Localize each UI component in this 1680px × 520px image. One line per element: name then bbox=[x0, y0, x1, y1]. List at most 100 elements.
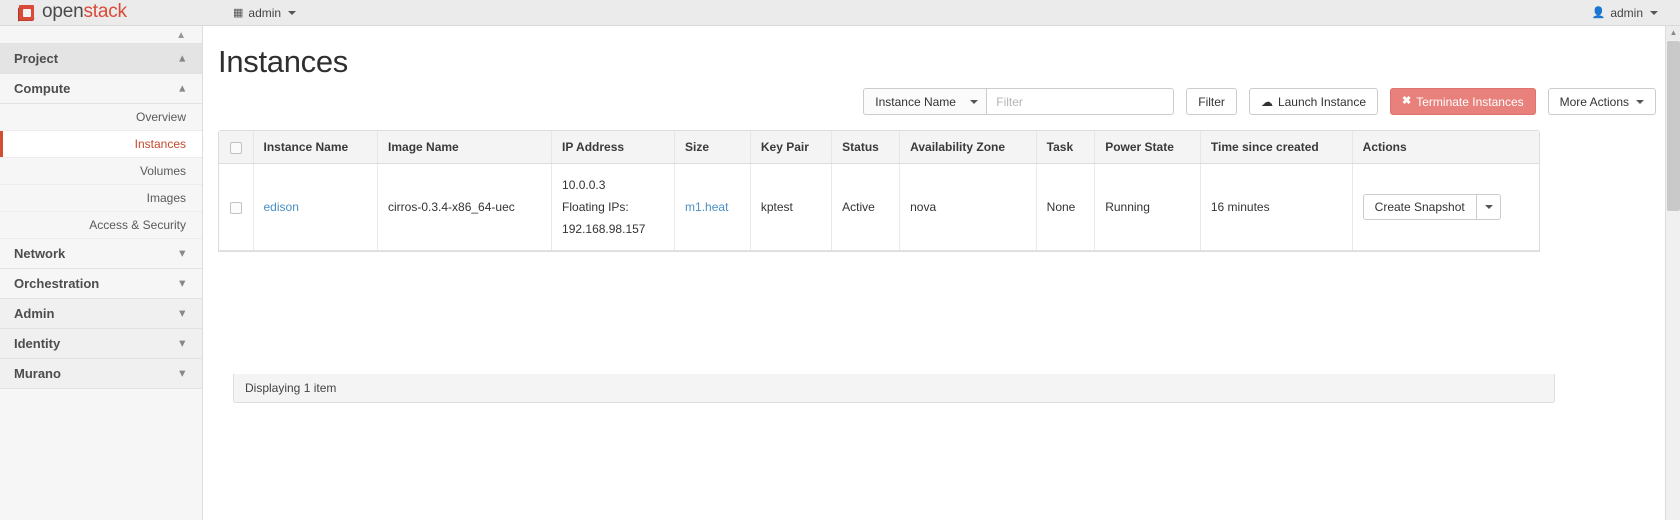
sidebar-group-identity[interactable]: Identity ▾ bbox=[0, 329, 202, 359]
caret-down-icon bbox=[970, 100, 978, 104]
create-snapshot-button[interactable]: Create Snapshot bbox=[1363, 194, 1477, 220]
chevron-down-icon: ▾ bbox=[179, 308, 185, 319]
cell-time-since-created: 16 minutes bbox=[1200, 164, 1352, 251]
cell-size: m1.heat bbox=[675, 164, 751, 251]
sidebar-group-label: Project bbox=[14, 51, 58, 66]
terminate-instances-label: Terminate Instances bbox=[1416, 95, 1523, 109]
sidebar-item-label: Overview bbox=[136, 110, 186, 124]
sidebar-group-project[interactable]: Project ▴ bbox=[0, 44, 202, 74]
caret-up-icon[interactable]: ▲ bbox=[1666, 26, 1680, 40]
sidebar-group-orchestration[interactable]: Orchestration ▾ bbox=[0, 269, 202, 299]
chevron-down-icon: ▾ bbox=[179, 338, 185, 349]
cell-instance-name: edison bbox=[253, 164, 378, 251]
caret-down-icon bbox=[1485, 205, 1493, 209]
ip-address-value: 10.0.0.3 bbox=[562, 174, 664, 196]
sidebar-group-murano[interactable]: Murano ▾ bbox=[0, 359, 202, 389]
filter-button[interactable]: Filter bbox=[1186, 88, 1237, 115]
sidebar-group-network[interactable]: Network ▾ bbox=[0, 239, 202, 269]
tenant-dropdown[interactable]: ▦ admin bbox=[233, 0, 296, 26]
row-action-button-group: Create Snapshot bbox=[1363, 194, 1501, 220]
sidebar-item-label: Volumes bbox=[140, 164, 186, 178]
launch-instance-button[interactable]: ☁ Launch Instance bbox=[1249, 88, 1378, 115]
terminate-instances-button[interactable]: ✖ Terminate Instances bbox=[1390, 88, 1536, 115]
page-title: Instances bbox=[204, 26, 1680, 86]
cell-task: None bbox=[1036, 164, 1095, 251]
size-link[interactable]: m1.heat bbox=[685, 200, 728, 214]
filter-button-label: Filter bbox=[1198, 95, 1225, 109]
filter-input-group: Instance Name bbox=[863, 88, 1174, 115]
checkbox-unchecked-icon[interactable] bbox=[230, 142, 242, 154]
header-task[interactable]: Task bbox=[1036, 131, 1095, 164]
sidebar-item-access-and-security[interactable]: Access & Security bbox=[0, 212, 202, 239]
caret-down-icon bbox=[1636, 100, 1644, 104]
caret-down-icon bbox=[1650, 11, 1658, 15]
header-availability-zone[interactable]: Availability Zone bbox=[900, 131, 1037, 164]
sidebar-item-images[interactable]: Images bbox=[0, 185, 202, 212]
header-key-pair[interactable]: Key Pair bbox=[750, 131, 831, 164]
cell-availability-zone: nova bbox=[900, 164, 1037, 251]
header-ip-address[interactable]: IP Address bbox=[552, 131, 675, 164]
floating-ip-value: 192.168.98.157 bbox=[562, 218, 664, 240]
create-snapshot-label: Create Snapshot bbox=[1375, 200, 1465, 214]
grid-icon: ▦ bbox=[233, 8, 243, 19]
user-dropdown[interactable]: 👤 admin bbox=[1592, 0, 1658, 26]
table-head: Instance Name Image Name IP Address Size… bbox=[219, 131, 1539, 164]
table-header-row: Instance Name Image Name IP Address Size… bbox=[219, 131, 1539, 164]
sidebar-group-label: Compute bbox=[14, 81, 70, 96]
sidebar-scroll-top[interactable]: ▲ bbox=[0, 26, 202, 44]
header-time-since-created[interactable]: Time since created bbox=[1200, 131, 1352, 164]
sidebar-item-label: Images bbox=[147, 191, 186, 205]
sidebar-item-instances[interactable]: Instances bbox=[0, 131, 202, 158]
checkbox-unchecked-icon[interactable] bbox=[230, 202, 242, 214]
openstack-cube-icon bbox=[18, 4, 35, 21]
sidebar-item-overview[interactable]: Overview bbox=[0, 104, 202, 131]
tenant-label: admin bbox=[248, 6, 281, 20]
sidebar-item-volumes[interactable]: Volumes bbox=[0, 158, 202, 185]
row-checkbox-cell bbox=[219, 164, 253, 251]
brand-wordmark: openstack bbox=[42, 2, 127, 21]
sidebar-compute-items: Overview Instances Volumes Images Access… bbox=[0, 104, 202, 239]
cell-power-state: Running bbox=[1095, 164, 1201, 251]
top-navbar: openstack ▦ admin 👤 admin bbox=[0, 0, 1680, 26]
sidebar-group-label: Orchestration bbox=[14, 276, 99, 291]
chevron-up-icon: ▴ bbox=[179, 83, 185, 94]
sidebar-group-label: Network bbox=[14, 246, 65, 261]
filter-field-select-value: Instance Name bbox=[875, 95, 956, 109]
openstack-brand-logo[interactable]: openstack bbox=[18, 0, 127, 26]
page-scrollbar[interactable]: ▲ bbox=[1665, 26, 1680, 520]
select-all-header bbox=[219, 131, 253, 164]
caret-down-icon bbox=[288, 11, 296, 15]
sidebar-group-label: Identity bbox=[14, 336, 60, 351]
sidebar-group-admin[interactable]: Admin ▾ bbox=[0, 299, 202, 329]
brand-open-text: open bbox=[42, 1, 83, 22]
header-image-name[interactable]: Image Name bbox=[378, 131, 552, 164]
more-actions-button[interactable]: More Actions bbox=[1548, 88, 1656, 115]
sidebar-item-label: Instances bbox=[135, 137, 186, 151]
table-body: edison cirros-0.3.4-x86_64-uec 10.0.0.3 … bbox=[219, 164, 1539, 251]
sidebar-group-compute[interactable]: Compute ▴ bbox=[0, 74, 202, 104]
main-content: Instances Instance Name Filter ☁ Launch … bbox=[204, 26, 1680, 520]
instance-name-link[interactable]: edison bbox=[264, 200, 299, 214]
sidebar-group-label: Admin bbox=[14, 306, 54, 321]
cell-image-name: cirros-0.3.4-x86_64-uec bbox=[378, 164, 552, 251]
chevron-down-icon: ▾ bbox=[179, 368, 185, 379]
sidebar-group-label: Murano bbox=[14, 366, 61, 381]
chevron-down-icon: ▾ bbox=[179, 248, 185, 259]
table-row: edison cirros-0.3.4-x86_64-uec 10.0.0.3 … bbox=[219, 164, 1539, 251]
filter-field-select[interactable]: Instance Name bbox=[863, 88, 986, 115]
row-actions-dropdown-toggle[interactable] bbox=[1477, 194, 1501, 220]
instances-table-container: Instance Name Image Name IP Address Size… bbox=[218, 130, 1540, 252]
header-status[interactable]: Status bbox=[832, 131, 900, 164]
search-input[interactable] bbox=[986, 88, 1174, 115]
cloud-upload-icon: ☁ bbox=[1261, 96, 1273, 108]
header-power-state[interactable]: Power State bbox=[1095, 131, 1201, 164]
cell-ip-address: 10.0.0.3 Floating IPs: 192.168.98.157 bbox=[552, 164, 675, 251]
header-actions: Actions bbox=[1352, 131, 1539, 164]
header-instance-name[interactable]: Instance Name bbox=[253, 131, 378, 164]
sidebar-navigation: ▲ Project ▴ Compute ▴ Overview Instances… bbox=[0, 26, 203, 520]
header-size[interactable]: Size bbox=[675, 131, 751, 164]
floating-ips-label: Floating IPs: bbox=[562, 196, 664, 218]
scrollbar-thumb[interactable] bbox=[1667, 41, 1680, 211]
user-label: admin bbox=[1610, 6, 1643, 20]
cell-actions: Create Snapshot bbox=[1352, 164, 1539, 251]
